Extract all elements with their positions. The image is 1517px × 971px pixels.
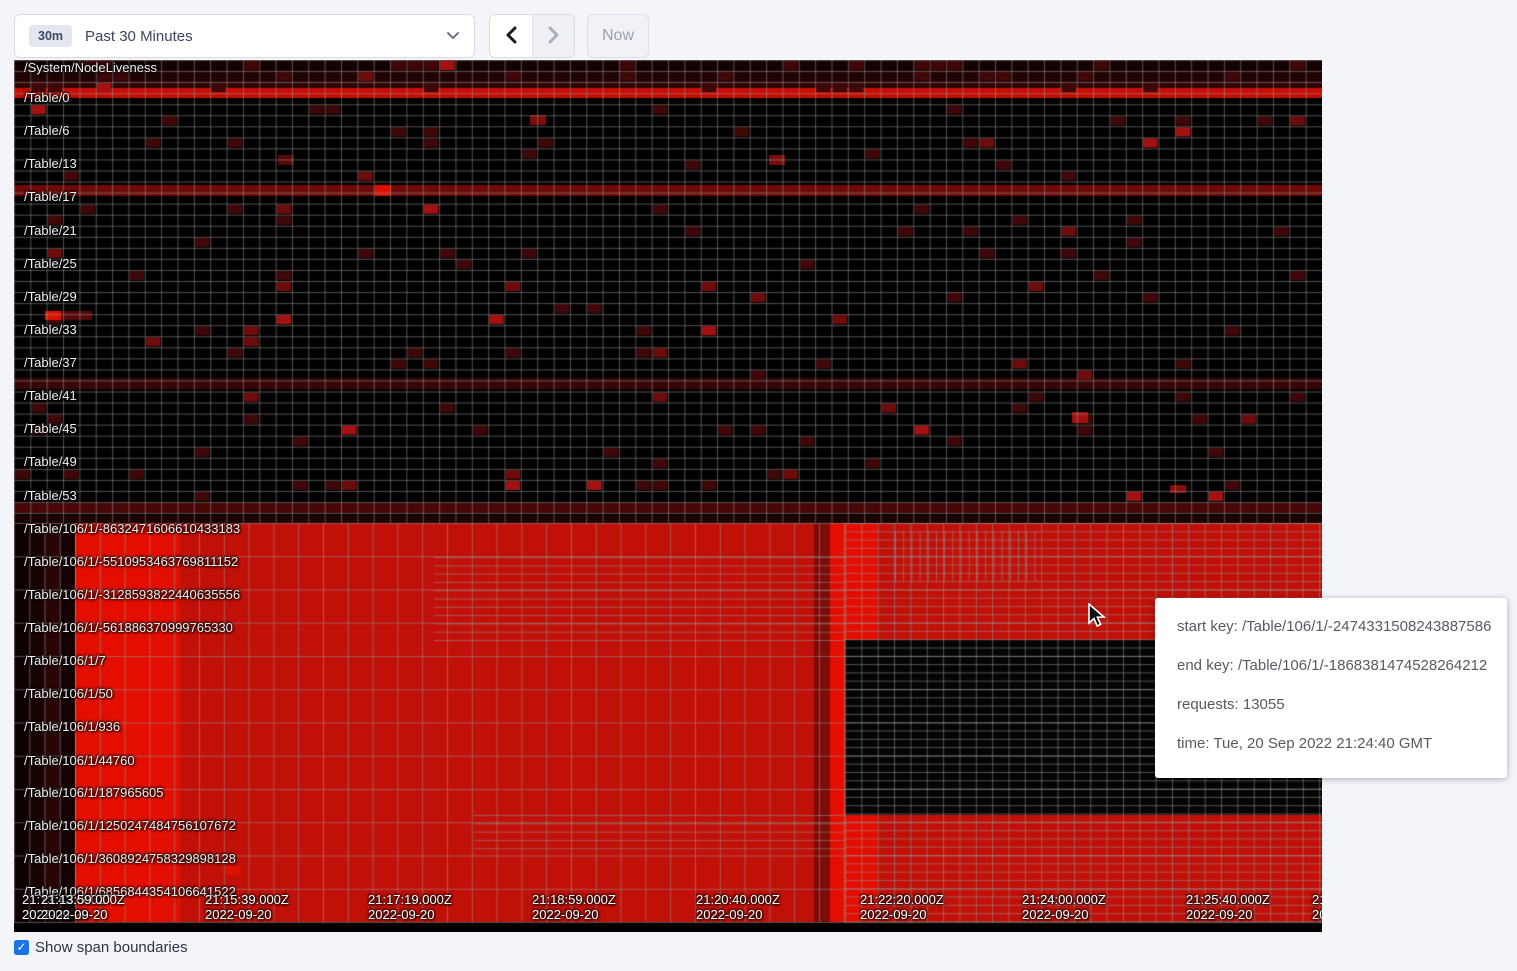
- row-label: /Table/106/1/44760: [24, 753, 135, 768]
- heatmap-overlay: /System/NodeLiveness/Table/0/Table/6/Tab…: [14, 60, 1322, 932]
- axis-tick: 21:25:40.000Z2022-09-20: [1186, 892, 1270, 922]
- chevron-right-icon: [547, 26, 560, 47]
- row-label: /Table/21: [24, 223, 77, 238]
- tooltip-start-key: start key: /Table/106/1/-247433150824388…: [1177, 618, 1507, 635]
- row-label: /Table/106/1/7: [24, 653, 106, 668]
- span-boundaries-checkbox[interactable]: ✓: [14, 940, 29, 955]
- range-label: Past 30 Minutes: [85, 28, 446, 45]
- axis-tick: 21:24:00.000Z2022-09-20: [1022, 892, 1106, 922]
- row-label: /Table/106/1/-3128593822440635556: [24, 587, 240, 602]
- row-label: /Table/49: [24, 454, 77, 469]
- row-label: /Table/106/1/187965605: [24, 785, 164, 800]
- time-nav-group: [489, 14, 575, 58]
- row-label: /Table/106/1/3608924758329898128: [24, 851, 236, 866]
- axis-tick: 21:13:59.000Z2022-09-20: [41, 892, 125, 922]
- row-label: /Table/41: [24, 388, 77, 403]
- footer: ✓ Show span boundaries: [14, 939, 1517, 956]
- mouse-cursor-icon: [1085, 603, 1107, 634]
- time-range-dropdown[interactable]: 30m Past 30 Minutes: [14, 14, 475, 58]
- row-label: /Table/0: [24, 90, 70, 105]
- chevron-down-icon: [446, 27, 460, 45]
- axis-tick: 21:15:39.000Z2022-09-20: [205, 892, 289, 922]
- span-boundaries-label: Show span boundaries: [35, 939, 188, 956]
- axis-tick: 21:22:20.000Z2022-09-20: [860, 892, 944, 922]
- row-label: /Table/45: [24, 421, 77, 436]
- axis-tick: 21:18:59.000Z2022-09-20: [532, 892, 616, 922]
- row-label: /Table/106/1/-8632471606610433183: [24, 521, 240, 536]
- axis-tick: 21:17:19.000Z2022-09-20: [368, 892, 452, 922]
- row-label: /Table/33: [24, 322, 77, 337]
- row-label: /Table/106/1/-561886370999765330: [24, 620, 233, 635]
- row-label: /Table/6: [24, 123, 70, 138]
- tooltip-requests: requests: 13055: [1177, 696, 1507, 713]
- now-button[interactable]: Now: [587, 14, 649, 58]
- row-label: /Table/53: [24, 488, 77, 503]
- tooltip-end-key: end key: /Table/106/1/-18683814745282642…: [1177, 657, 1507, 674]
- row-label: /Table/13: [24, 156, 77, 171]
- row-label: /Table/106/1/50: [24, 686, 113, 701]
- row-label: /Table/106/1/-5510953463769811152: [24, 554, 238, 569]
- cell-tooltip: start key: /Table/106/1/-247433150824388…: [1155, 598, 1507, 778]
- tooltip-time: time: Tue, 20 Sep 2022 21:24:40 GMT: [1177, 735, 1507, 752]
- toolbar: 30m Past 30 Minutes Now: [0, 0, 1517, 60]
- row-label: /Table/106/1/1250247484756107672: [24, 818, 236, 833]
- axis-tick: 21:20:40.000Z2022-09-20: [696, 892, 780, 922]
- row-label: /Table/106/1/936: [24, 719, 120, 734]
- key-visualizer-heatmap: /System/NodeLiveness/Table/0/Table/6/Tab…: [14, 60, 1322, 932]
- row-label: /Table/17: [24, 189, 77, 204]
- row-label: /Table/25: [24, 256, 77, 271]
- row-label: /Table/29: [24, 289, 77, 304]
- row-label: /Table/37: [24, 355, 77, 370]
- axis-tick: 21:27:20.000Z2022-09-20: [1312, 892, 1322, 922]
- next-interval-button[interactable]: [532, 15, 574, 57]
- range-badge: 30m: [29, 25, 72, 47]
- row-label: /System/NodeLiveness: [24, 60, 157, 75]
- prev-interval-button[interactable]: [490, 15, 532, 57]
- chevron-left-icon: [505, 26, 518, 47]
